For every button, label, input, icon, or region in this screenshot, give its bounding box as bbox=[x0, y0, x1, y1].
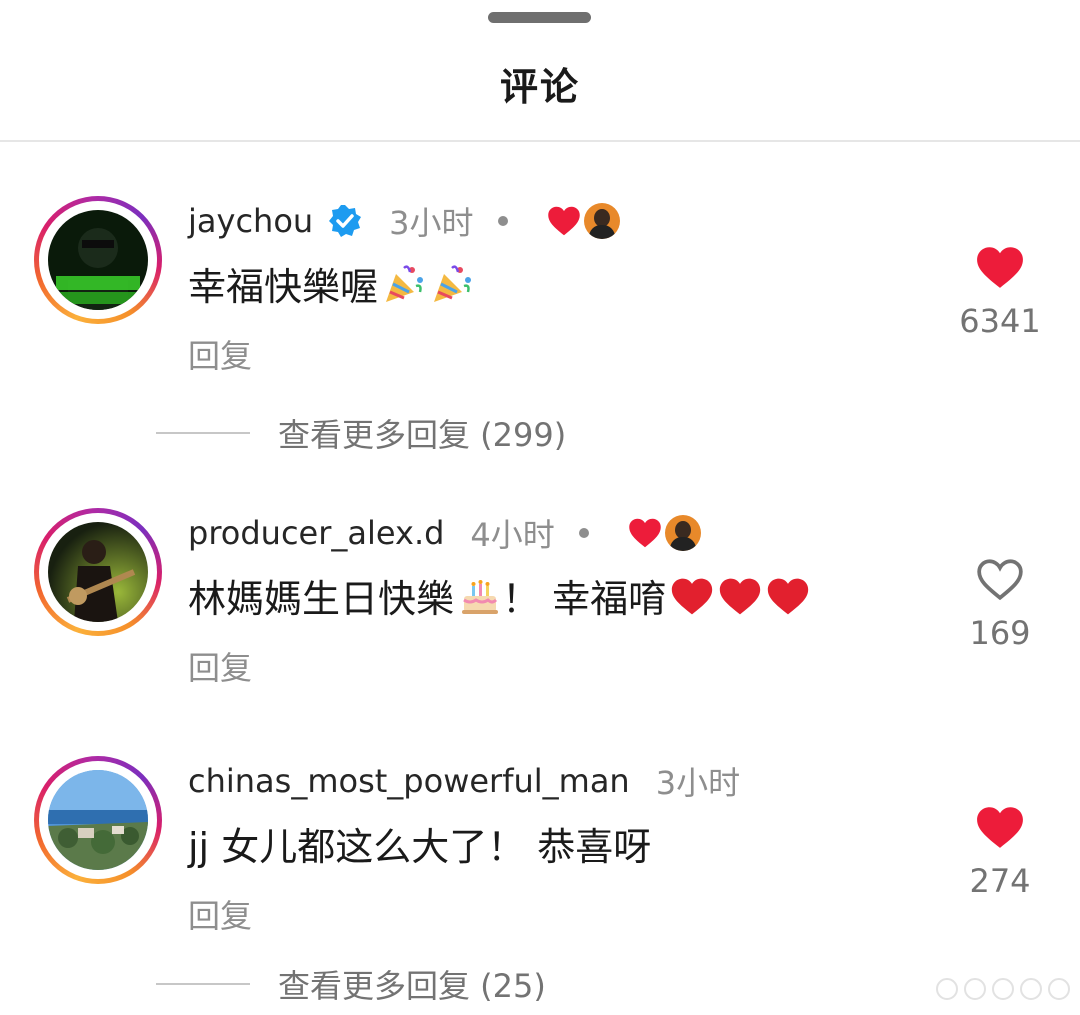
like-block: 169 bbox=[955, 556, 1045, 652]
verified-badge-icon bbox=[327, 203, 363, 239]
like-block: 6341 bbox=[955, 244, 1045, 340]
heart-icon bbox=[627, 515, 663, 551]
timestamp: 4小时 bbox=[470, 516, 555, 554]
sheet-title: 评论 bbox=[499, 65, 580, 109]
avatar bbox=[48, 522, 148, 622]
comment-text: jj 女儿都这么大了！ 恭喜呀 bbox=[188, 816, 651, 871]
comment-body-part2: ！ 幸福唷 bbox=[502, 577, 667, 621]
like-heart-filled-icon[interactable] bbox=[955, 804, 1045, 850]
party-popper-icon bbox=[430, 262, 474, 306]
comment-body: 幸福快樂喔 bbox=[188, 265, 379, 309]
like-count: 6341 bbox=[959, 302, 1041, 340]
header-divider bbox=[0, 140, 1080, 142]
watermark-mark bbox=[936, 978, 1072, 1004]
view-more-label: 查看更多回复 (25) bbox=[278, 967, 546, 1005]
author-avatar bbox=[583, 203, 620, 239]
avatar-story-ring[interactable] bbox=[34, 508, 162, 636]
reply-button[interactable]: 回复 bbox=[188, 891, 252, 937]
comment-meta: jaychou 3小时 bbox=[188, 196, 620, 246]
comment-item: chinas_most_powerful_man 3小时 jj 女儿都这么大了！… bbox=[0, 756, 1080, 956]
author-liked-indicator bbox=[627, 515, 701, 551]
comment-text: 幸福快樂喔 bbox=[188, 256, 474, 311]
divider-line bbox=[156, 432, 250, 434]
separator-dot bbox=[497, 216, 508, 226]
red-heart-emoji-icon bbox=[766, 574, 810, 618]
like-heart-filled-icon[interactable] bbox=[955, 244, 1045, 290]
comment-meta: chinas_most_powerful_man 3小时 bbox=[188, 756, 740, 806]
avatar-story-ring[interactable] bbox=[34, 756, 162, 884]
comment-meta: producer_alex.d 4小时 bbox=[188, 508, 701, 558]
like-block: 274 bbox=[955, 804, 1045, 900]
timestamp: 3小时 bbox=[655, 764, 741, 802]
avatar bbox=[48, 770, 148, 870]
like-count: 274 bbox=[969, 862, 1031, 900]
like-count: 169 bbox=[969, 614, 1031, 652]
divider-line bbox=[156, 983, 250, 985]
timestamp: 3小时 bbox=[389, 204, 474, 242]
red-heart-emoji-icon bbox=[670, 574, 714, 618]
reply-button[interactable]: 回复 bbox=[188, 643, 252, 689]
comment-body-part1: 林媽媽生日快樂 bbox=[188, 577, 455, 621]
heart-icon bbox=[546, 203, 582, 239]
drag-handle[interactable] bbox=[488, 12, 591, 23]
avatar-story-ring[interactable] bbox=[34, 196, 162, 324]
red-heart-emoji-icon bbox=[718, 574, 762, 618]
username[interactable]: producer_alex.d bbox=[188, 514, 444, 552]
view-more-label: 查看更多回复 (299) bbox=[278, 416, 567, 454]
party-popper-icon bbox=[382, 262, 426, 306]
username[interactable]: chinas_most_powerful_man bbox=[188, 762, 630, 800]
view-more-replies-button[interactable]: 查看更多回复 (299) bbox=[156, 413, 567, 454]
author-liked-indicator bbox=[546, 203, 620, 239]
reply-button[interactable]: 回复 bbox=[188, 331, 252, 377]
birthday-cake-icon bbox=[458, 574, 502, 618]
comment-body: jj 女儿都这么大了！ 恭喜呀 bbox=[188, 825, 652, 869]
avatar bbox=[48, 210, 148, 310]
comment-item: producer_alex.d 4小时 林媽媽生日快樂 ！ 幸福唷 回复 169 bbox=[0, 508, 1080, 708]
view-more-replies-button[interactable]: 查看更多回复 (25) bbox=[156, 964, 546, 1005]
username[interactable]: jaychou bbox=[188, 202, 313, 240]
separator-dot bbox=[578, 528, 589, 538]
comment-item: jaychou 3小时 幸福快樂喔 回复 6341 bbox=[0, 196, 1080, 396]
like-heart-outline-icon[interactable] bbox=[955, 556, 1045, 602]
comment-text: 林媽媽生日快樂 ！ 幸福唷 bbox=[188, 568, 810, 623]
author-avatar bbox=[664, 515, 701, 551]
